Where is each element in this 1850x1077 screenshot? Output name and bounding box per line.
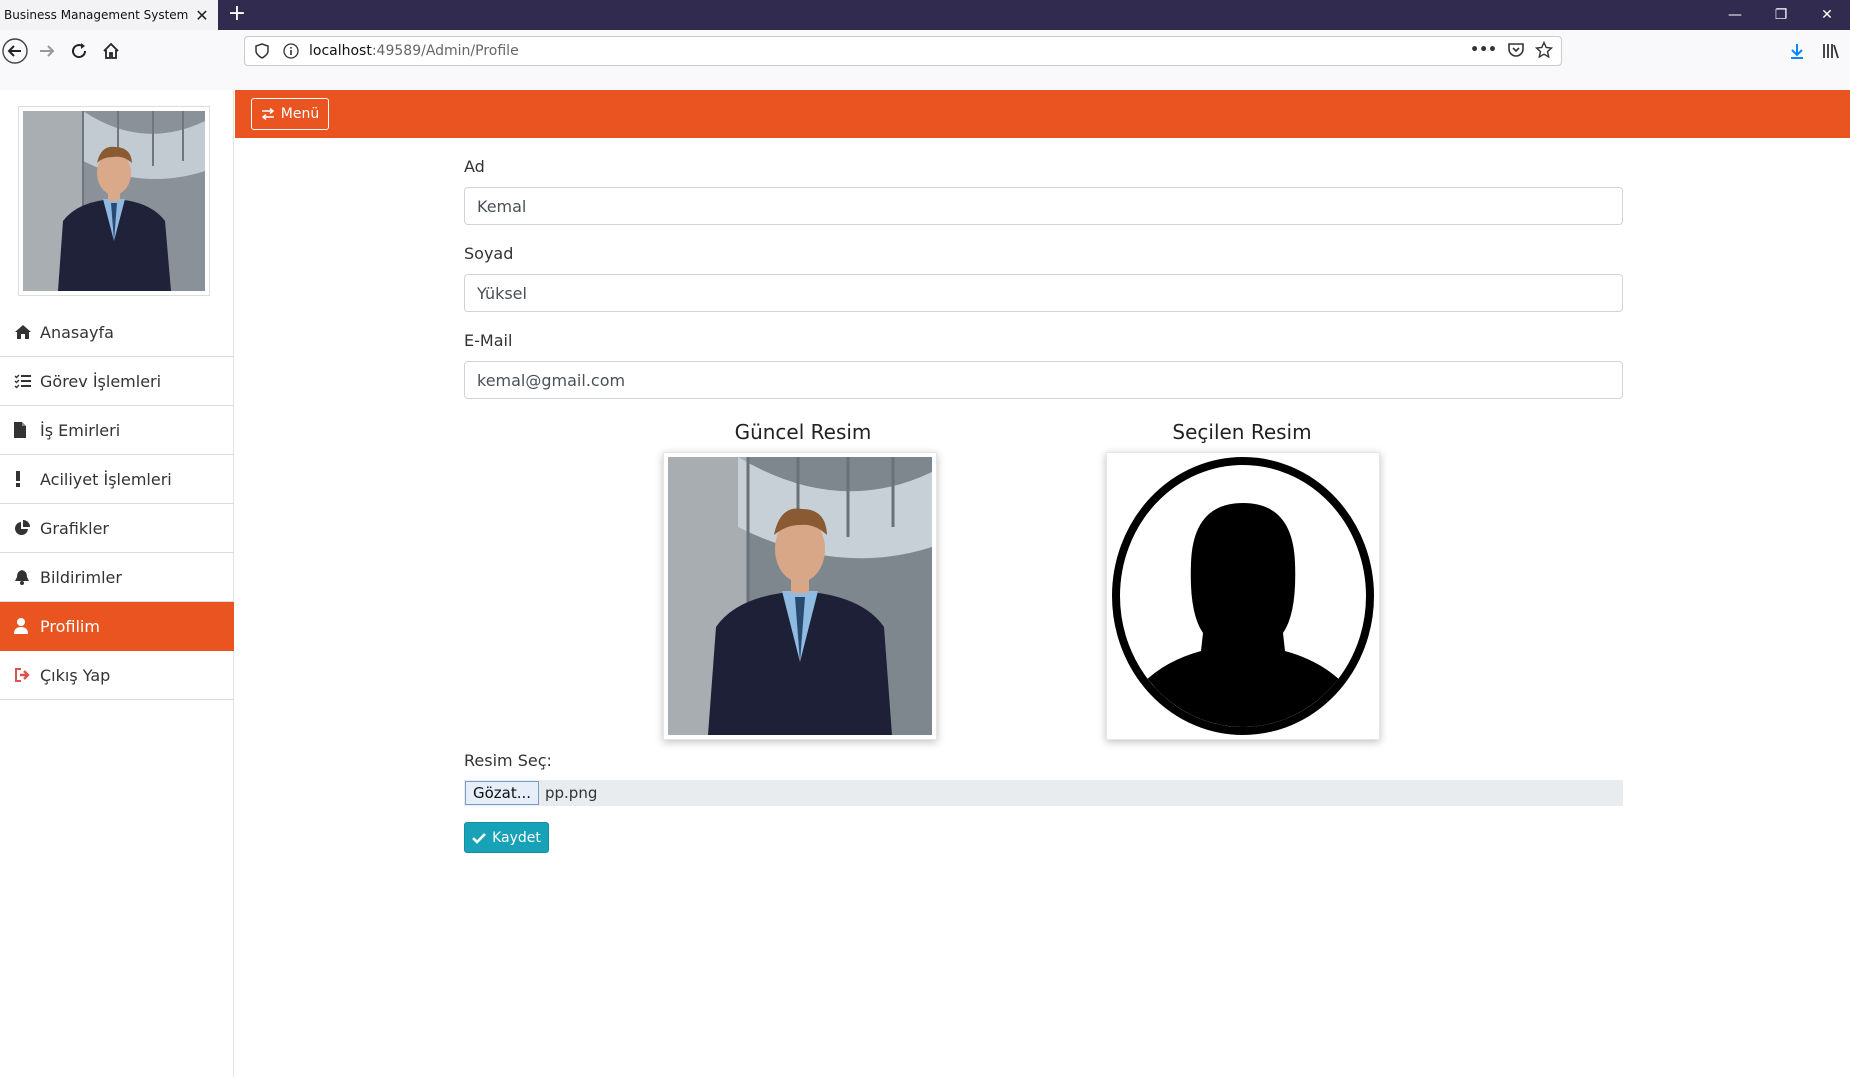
restore-button[interactable]: ❐ (1758, 0, 1804, 30)
save-button-label: Kaydet (492, 829, 541, 846)
info-icon[interactable] (283, 43, 299, 59)
url-actions: ••• (1470, 41, 1553, 59)
email-label: E-Mail (464, 331, 513, 350)
selected-image-title: Seçilen Resim (1172, 420, 1312, 444)
address-bar[interactable]: localhost:49589/Admin/Profile ••• (244, 36, 1562, 66)
sign-out-icon (14, 667, 36, 683)
sidebar-item-aciliyet-islemleri[interactable]: Aciliyet İşlemleri (0, 455, 234, 504)
forward-button[interactable] (32, 36, 62, 66)
last-name-input[interactable] (464, 274, 1623, 312)
pocket-icon[interactable] (1507, 41, 1525, 59)
sidebar-item-is-emirleri[interactable]: İş Emirleri (0, 406, 234, 455)
close-window-button[interactable]: ✕ (1804, 0, 1850, 30)
current-image-title: Güncel Resim (734, 420, 872, 444)
first-name-input[interactable] (464, 187, 1623, 225)
file-input[interactable]: Gözat... pp.png (464, 780, 1623, 806)
sidebar-item-grafikler[interactable]: Grafikler (0, 504, 234, 553)
sidebar-item-label: Profilim (40, 616, 100, 636)
bookmark-star-icon[interactable] (1535, 41, 1553, 59)
sidebar-avatar (18, 106, 210, 296)
bell-icon (14, 569, 36, 585)
reload-icon (72, 43, 87, 59)
email-input[interactable] (464, 361, 1623, 399)
save-button[interactable]: Kaydet (464, 822, 549, 853)
download-icon (1791, 44, 1803, 59)
url-text: localhost:49589/Admin/Profile (309, 43, 519, 59)
reload-button[interactable] (64, 36, 94, 66)
selected-file-name: pp.png (545, 784, 598, 802)
browser-tab[interactable]: Business Management System ✕ (0, 0, 218, 30)
last-name-label: Soyad (464, 244, 514, 263)
tab-title: Business Management System (4, 8, 189, 22)
menu-toggle-label: Menü (280, 106, 320, 122)
default-avatar-icon (1112, 457, 1374, 735)
sidebar-item-anasayfa[interactable]: Anasayfa (0, 308, 234, 357)
exchange-icon (261, 108, 274, 120)
menu-toggle-button[interactable]: Menü (251, 98, 329, 130)
choose-image-label: Resim Seç: (464, 751, 552, 770)
sidebar-item-label: İş Emirleri (40, 420, 121, 440)
selected-image-frame (1106, 452, 1380, 740)
library-icon (1823, 44, 1839, 59)
url-path: :49589/Admin/Profile (371, 43, 519, 59)
sidebar-item-label: Anasayfa (40, 322, 114, 342)
sidebar-item-label: Aciliyet İşlemleri (40, 469, 172, 489)
sidebar-item-bildirimler[interactable]: Bildirimler (0, 553, 234, 602)
first-name-label: Ad (464, 157, 485, 176)
library-button[interactable] (1816, 36, 1846, 66)
home-button[interactable] (96, 36, 126, 66)
home-icon (14, 324, 36, 340)
current-image-frame (663, 452, 937, 740)
pie-chart-icon (14, 520, 36, 536)
sidebar-item-label: Bildirimler (40, 567, 122, 587)
sidebar-item-gorev-islemleri[interactable]: Görev İşlemleri (0, 357, 234, 406)
browser-tab-bar: Business Management System ✕ + — ❐ ✕ (0, 0, 1850, 30)
exclamation-icon (14, 471, 36, 487)
tab-close-icon[interactable]: ✕ (194, 6, 210, 25)
forward-arrow-icon (40, 45, 55, 57)
sidebar-item-label: Görev İşlemleri (40, 371, 162, 391)
downloads-button[interactable] (1782, 36, 1812, 66)
minimize-button[interactable]: — (1712, 0, 1758, 30)
shield-icon (255, 43, 269, 59)
browser-toolbar: localhost:49589/Admin/Profile ••• (0, 30, 1850, 90)
sidebar: Anasayfa Görev İşlemleri İş Emirleri Aci… (0, 90, 234, 1077)
user-icon (14, 618, 36, 634)
tasks-icon (14, 373, 36, 389)
browse-button[interactable]: Gözat... (465, 781, 539, 805)
sidebar-item-cikis-yap[interactable]: Çıkış Yap (0, 651, 234, 700)
current-profile-photo (668, 457, 932, 735)
avatar-photo (23, 111, 205, 291)
new-tab-button[interactable]: + (224, 1, 250, 29)
top-bar: Menü (235, 90, 1850, 138)
url-host: localhost (309, 43, 372, 59)
check-icon (472, 832, 487, 844)
page-actions-menu-icon[interactable]: ••• (1470, 42, 1497, 58)
file-icon (14, 422, 36, 438)
sidebar-item-label: Grafikler (40, 518, 109, 538)
back-button[interactable] (0, 36, 30, 66)
sidebar-item-profilim[interactable]: Profilim (0, 602, 234, 651)
browser-home-icon (103, 42, 119, 59)
sidebar-menu: Anasayfa Görev İşlemleri İş Emirleri Aci… (0, 308, 234, 700)
back-arrow-icon (2, 38, 28, 64)
sidebar-item-label: Çıkış Yap (40, 665, 111, 685)
